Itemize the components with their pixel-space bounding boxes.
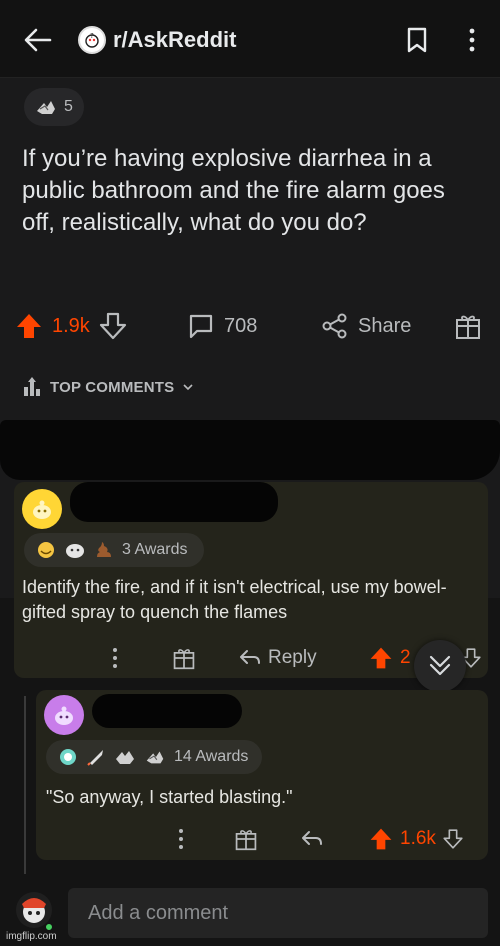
snoo-avatar-icon	[55, 706, 73, 725]
comment-more-button[interactable]	[174, 824, 188, 854]
back-arrow-icon[interactable]	[22, 24, 54, 56]
post-title: If you’re having explosive diarrhea in a…	[22, 145, 445, 237]
redacted-username	[92, 694, 242, 728]
watermark: imgflip.com	[6, 931, 57, 942]
more-options-icon	[179, 829, 183, 849]
next-comment-button[interactable]	[414, 640, 466, 692]
comment-bubble-icon	[189, 314, 213, 339]
snoo-avatar-icon	[33, 500, 51, 519]
downvote-icon[interactable]	[98, 311, 128, 341]
downvote-icon[interactable]	[442, 827, 464, 851]
comment-awards[interactable]: 3 Awards	[24, 533, 204, 567]
post-vote: 1.9k	[14, 306, 128, 346]
top-bar: ? r/AskReddit	[0, 0, 500, 78]
reply-button[interactable]	[300, 824, 324, 854]
wholesome-award-icon	[38, 542, 54, 558]
share-icon	[322, 313, 347, 339]
upvote-icon[interactable]	[368, 826, 394, 852]
comment-text: "So anyway, I started blasting."	[46, 787, 293, 807]
comment-award-button[interactable]	[234, 824, 258, 854]
more-options-icon[interactable]	[462, 27, 482, 53]
poop-award-icon	[97, 542, 111, 557]
upvote-icon[interactable]	[368, 645, 394, 671]
redacted-username	[70, 482, 278, 522]
award-icon	[146, 751, 164, 764]
awards-label: 14 Awards	[174, 748, 249, 765]
comment-vote: 1.6k	[368, 824, 464, 854]
gift-icon	[456, 315, 480, 339]
snoo-icon: ?	[85, 32, 99, 48]
gift-icon	[173, 649, 195, 670]
gift-icon	[235, 830, 257, 851]
comments-button[interactable]: 708	[186, 306, 257, 346]
more-options-icon	[113, 648, 117, 668]
reply-arrow-icon	[240, 650, 260, 664]
reply-button[interactable]: Reply	[238, 643, 317, 673]
chevron-down-icon	[183, 384, 193, 391]
comment-text: Identify the fire, and if it isn't elect…	[22, 577, 447, 622]
comment-award-button[interactable]	[172, 643, 196, 673]
rocket-sort-icon	[24, 377, 40, 396]
upvote-icon[interactable]	[14, 311, 44, 341]
comment-score: 2	[400, 647, 411, 668]
sort-label: TOP COMMENTS	[50, 378, 175, 396]
comment-score: 1.6k	[400, 828, 436, 849]
share-label: Share	[358, 314, 412, 337]
user-avatar[interactable]	[44, 695, 84, 735]
add-comment-input[interactable]: Add a comment	[68, 888, 488, 938]
user-avatar[interactable]	[22, 489, 62, 529]
share-button[interactable]: Share	[320, 306, 411, 346]
reply-arrow-icon	[302, 831, 322, 845]
sort-selector[interactable]: TOP COMMENTS	[22, 376, 194, 398]
post-actions: 1.9k 708 Share	[0, 306, 500, 346]
subreddit-name[interactable]: r/AskReddit	[113, 27, 236, 53]
post-award-count: 5	[64, 98, 73, 115]
comment-actions: 1.6k	[0, 824, 500, 854]
comment-awards[interactable]: 14 Awards	[46, 740, 262, 774]
bookmark-icon[interactable]	[404, 26, 430, 54]
awards-label: 3 Awards	[122, 541, 188, 558]
rocket-award-icon	[87, 750, 103, 766]
award-icon	[37, 101, 55, 114]
double-chevron-down-icon	[429, 655, 451, 676]
svg-text:?: ?	[90, 32, 94, 40]
award-button[interactable]	[454, 306, 482, 346]
post-score: 1.9k	[52, 314, 90, 337]
post-awards[interactable]: 5	[24, 88, 84, 126]
subreddit-avatar[interactable]: ?	[78, 26, 106, 54]
comment-count: 708	[224, 314, 258, 337]
comment-more-button[interactable]	[108, 643, 122, 673]
redacted-area	[0, 420, 500, 480]
reply-label: Reply	[268, 647, 317, 668]
comment-vote: 2	[368, 643, 411, 673]
helpful-award-icon	[116, 751, 134, 764]
face-award-icon	[66, 544, 84, 558]
globe-award-icon	[60, 749, 76, 765]
